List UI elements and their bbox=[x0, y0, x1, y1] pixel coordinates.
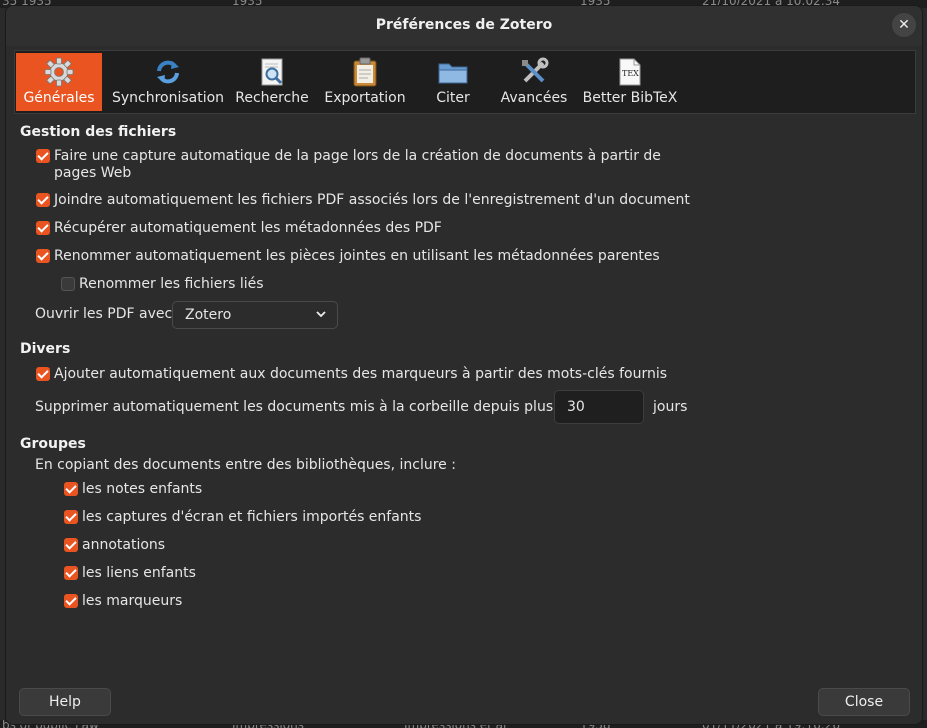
group-checkbox[interactable] bbox=[64, 538, 78, 552]
folder-icon bbox=[438, 63, 468, 84]
retrieve-metadata-option[interactable]: Récupérer automatiquement les métadonnée… bbox=[36, 220, 442, 236]
option-label: Faire une capture automatique de la page… bbox=[54, 148, 661, 182]
tab-label: Citer bbox=[436, 90, 470, 106]
option-label: Récupérer automatiquement les métadonnée… bbox=[54, 220, 442, 236]
tab-label: Générales bbox=[23, 90, 95, 106]
close-button[interactable]: Close bbox=[818, 688, 910, 716]
gear-icon bbox=[44, 57, 74, 87]
tab-avancees[interactable]: Avancées bbox=[496, 53, 572, 111]
tab-synchronisation[interactable]: Synchronisation bbox=[108, 53, 228, 111]
title-bar: Préférences de Zotero ✕ bbox=[6, 6, 922, 46]
option-label: annotations bbox=[82, 537, 166, 553]
tex-doc-icon: TEX bbox=[619, 58, 641, 86]
group-checkbox[interactable] bbox=[64, 510, 78, 524]
chevron-down-icon bbox=[316, 311, 326, 318]
tex-label: TEX bbox=[622, 69, 639, 78]
option-label: les liens enfants bbox=[82, 565, 196, 581]
tab-label: Avancées bbox=[500, 90, 568, 106]
tab-citer[interactable]: Citer bbox=[428, 53, 478, 111]
auto-tags-checkbox[interactable] bbox=[36, 367, 50, 381]
snapshot-checkbox[interactable] bbox=[36, 149, 50, 163]
group-option-tags[interactable]: les marqueurs bbox=[64, 593, 182, 609]
help-button[interactable]: Help bbox=[19, 688, 111, 716]
auto-tags-option[interactable]: Ajouter automatiquement aux documents de… bbox=[36, 366, 667, 382]
tab-generales[interactable]: Générales bbox=[16, 53, 102, 111]
open-pdf-select[interactable]: Zotero bbox=[172, 301, 338, 329]
option-label-line: pages Web bbox=[54, 165, 132, 181]
snapshot-option[interactable]: Faire une capture automatique de la page… bbox=[36, 148, 661, 182]
tab-label: Recherche bbox=[235, 90, 309, 106]
group-checkbox[interactable] bbox=[64, 594, 78, 608]
retrieve-metadata-checkbox[interactable] bbox=[36, 221, 50, 235]
trash-label: Supprimer automatiquement les documents … bbox=[35, 399, 576, 415]
rename-attachments-option[interactable]: Renommer automatiquement les pièces join… bbox=[36, 248, 660, 264]
group-option-annotations[interactable]: annotations bbox=[64, 537, 165, 553]
rename-attachments-checkbox[interactable] bbox=[36, 249, 50, 263]
groups-intro: En copiant des documents entre des bibli… bbox=[35, 457, 456, 473]
group-option-snapshots[interactable]: les captures d'écran et fichiers importé… bbox=[64, 509, 421, 525]
window-title: Préférences de Zotero bbox=[375, 17, 553, 33]
tab-label: Exportation bbox=[324, 90, 406, 106]
close-icon[interactable]: ✕ bbox=[892, 13, 916, 37]
input-value: 30 bbox=[567, 399, 585, 415]
section-heading-misc: Divers bbox=[20, 341, 71, 357]
option-label: Joindre automatiquement les fichiers PDF… bbox=[54, 192, 690, 208]
clipboard-icon bbox=[353, 57, 377, 87]
option-label-line: Faire une capture automatique de la page… bbox=[54, 148, 661, 164]
tab-exportation[interactable]: Exportation bbox=[318, 53, 412, 111]
group-option-notes[interactable]: les notes enfants bbox=[64, 481, 202, 497]
group-checkbox[interactable] bbox=[64, 566, 78, 580]
preferences-dialog: Préférences de Zotero ✕ Générales Synchr… bbox=[5, 5, 923, 725]
section-heading-files: Gestion des fichiers bbox=[20, 124, 177, 140]
option-label: les notes enfants bbox=[82, 481, 203, 497]
sync-icon bbox=[157, 60, 179, 84]
option-label: les marqueurs bbox=[82, 593, 183, 609]
group-option-links[interactable]: les liens enfants bbox=[64, 565, 196, 581]
rename-linked-checkbox[interactable] bbox=[61, 277, 75, 291]
option-label: les captures d'écran et fichiers importé… bbox=[82, 509, 422, 525]
tab-label: Synchronisation bbox=[111, 90, 225, 106]
group-checkbox[interactable] bbox=[64, 482, 78, 496]
attach-pdf-option[interactable]: Joindre automatiquement les fichiers PDF… bbox=[36, 192, 690, 208]
trash-days-input[interactable]: 30 bbox=[554, 390, 644, 424]
open-pdf-label: Ouvrir les PDF avec bbox=[35, 306, 173, 322]
rename-linked-option[interactable]: Renommer les fichiers liés bbox=[61, 276, 264, 292]
tab-label: Better BibTeX bbox=[582, 90, 678, 106]
option-label: Ajouter automatiquement aux documents de… bbox=[54, 366, 668, 382]
select-value: Zotero bbox=[185, 307, 232, 323]
tab-recherche[interactable]: Recherche bbox=[233, 53, 311, 111]
tab-better-bibtex[interactable]: TEX Better BibTeX bbox=[578, 53, 682, 111]
option-label: Renommer automatiquement les pièces join… bbox=[54, 248, 660, 264]
attach-pdf-checkbox[interactable] bbox=[36, 193, 50, 207]
option-label: Renommer les fichiers liés bbox=[79, 276, 264, 292]
search-doc-icon bbox=[261, 58, 283, 86]
preferences-toolbar: Générales Synchronisation Recherche Expo… bbox=[14, 50, 916, 114]
trash-unit-label: jours bbox=[653, 399, 688, 415]
tools-icon bbox=[522, 57, 549, 83]
section-heading-groups: Groupes bbox=[20, 436, 86, 452]
